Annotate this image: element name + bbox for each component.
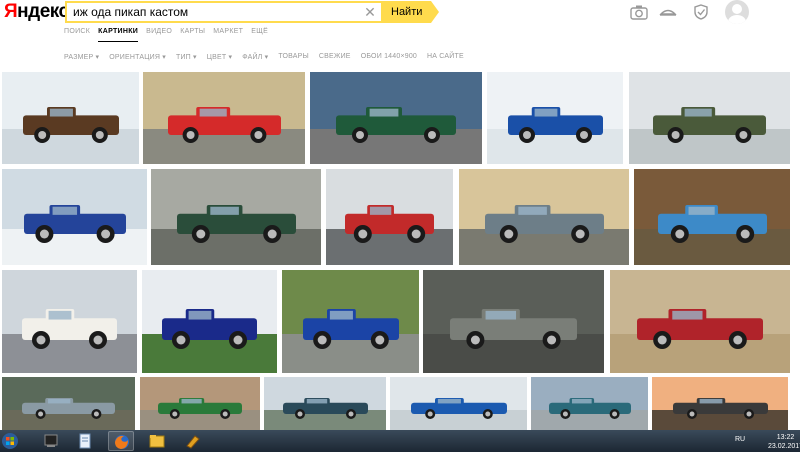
start-orb[interactable] — [0, 430, 20, 452]
image-thumbnail[interactable] — [423, 270, 604, 373]
close-icon[interactable]: ✕ — [363, 5, 377, 19]
tab-market[interactable]: МАРКЕТ — [213, 28, 243, 40]
image-thumbnail[interactable] — [459, 169, 629, 265]
search-button[interactable]: Найти — [381, 1, 439, 23]
filters-bar: РАЗМЕР ▾ ОРИЕНТАЦИЯ ▾ ТИП ▾ ЦВЕТ ▾ ФАЙЛ … — [64, 53, 474, 61]
truck-icon[interactable] — [659, 4, 677, 20]
paint-app[interactable] — [180, 431, 206, 451]
image-thumbnail[interactable] — [652, 377, 788, 431]
tab-video[interactable]: ВИДЕО — [146, 28, 172, 40]
firefox-app[interactable] — [108, 431, 134, 451]
shield-icon[interactable] — [692, 4, 710, 20]
image-thumbnail[interactable] — [634, 169, 790, 265]
clock[interactable]: 13:22 23.02.2017 — [768, 433, 800, 451]
media-app[interactable] — [38, 431, 64, 451]
tab-maps[interactable]: КАРТЫ — [180, 28, 205, 40]
image-thumbnail[interactable] — [142, 270, 277, 373]
image-thumbnail[interactable] — [2, 377, 135, 431]
filter-fresh[interactable]: СВЕЖИЕ — [319, 53, 351, 61]
tab-search[interactable]: ПОИСК — [64, 28, 90, 40]
camera-icon[interactable] — [630, 4, 648, 20]
image-thumbnail[interactable] — [531, 377, 648, 431]
image-thumbnail[interactable] — [629, 72, 790, 164]
filter-on-site[interactable]: НА САЙТЕ — [427, 53, 464, 61]
filter-size[interactable]: РАЗМЕР ▾ — [64, 53, 99, 61]
tab-more[interactable]: ЕЩЁ — [251, 28, 268, 40]
image-thumbnail[interactable] — [2, 270, 137, 373]
filter-file[interactable]: ФАЙЛ ▾ — [242, 53, 268, 61]
active-tab-underline — [98, 41, 138, 42]
search-form: ✕ Найти — [65, 1, 439, 23]
image-thumbnail[interactable] — [2, 72, 139, 164]
filter-type[interactable]: ТИП ▾ — [176, 53, 197, 61]
taskbar: RU 13:22 23.02.2017 — [0, 430, 800, 452]
image-thumbnail[interactable] — [140, 377, 260, 431]
image-thumbnail[interactable] — [310, 72, 482, 164]
image-thumbnail[interactable] — [143, 72, 305, 164]
image-thumbnail[interactable] — [326, 169, 453, 265]
language-indicator[interactable]: RU — [735, 436, 745, 443]
header-bar: Яндекс ✕ Найти — [0, 0, 800, 24]
filter-color[interactable]: ЦВЕТ ▾ — [207, 53, 232, 61]
filter-wallpapers[interactable]: ОБОИ 1440×900 — [361, 53, 417, 61]
image-thumbnail[interactable] — [610, 270, 790, 373]
yandex-logo[interactable]: Яндекс — [4, 1, 69, 23]
filter-orientation[interactable]: ОРИЕНТАЦИЯ ▾ — [109, 53, 166, 61]
image-thumbnail[interactable] — [151, 169, 321, 265]
explorer-app[interactable] — [144, 431, 170, 451]
image-thumbnail[interactable] — [390, 377, 527, 431]
image-thumbnail[interactable] — [487, 72, 623, 164]
tab-images[interactable]: КАРТИНКИ — [98, 28, 138, 40]
image-thumbnail[interactable] — [282, 270, 419, 373]
search-input[interactable] — [67, 3, 357, 21]
image-thumbnail[interactable] — [2, 169, 147, 265]
notepad-app[interactable] — [72, 431, 98, 451]
user-avatar[interactable] — [725, 0, 749, 24]
services-nav: ПОИСК КАРТИНКИ ВИДЕО КАРТЫ МАРКЕТ ЕЩЁ — [64, 28, 276, 40]
filter-goods[interactable]: ТОВАРЫ — [278, 53, 309, 61]
image-thumbnail[interactable] — [264, 377, 386, 431]
